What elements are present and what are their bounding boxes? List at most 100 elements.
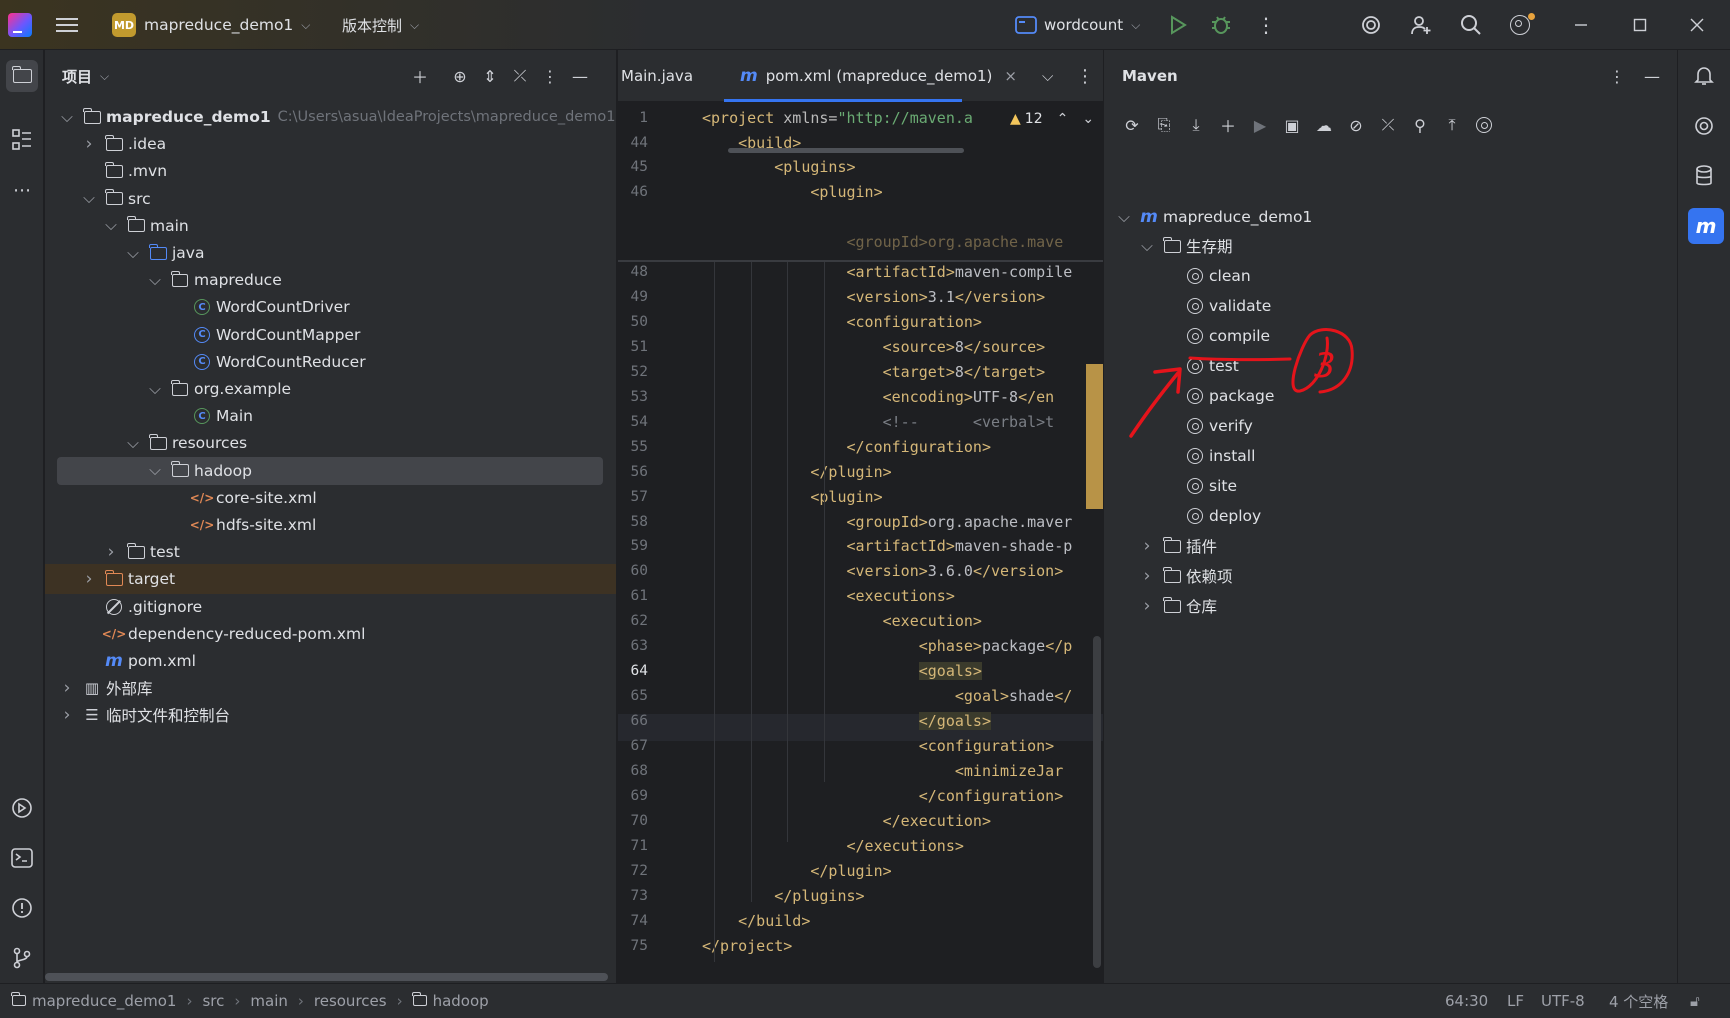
maven-goal-site[interactable]: site bbox=[1104, 471, 1677, 501]
chevron-right-icon[interactable]: › bbox=[1140, 566, 1154, 586]
code-line[interactable]: <goal>shade</ bbox=[702, 687, 1102, 705]
tree-item-[interactable]: › ▥ 外部库 bbox=[45, 673, 616, 703]
file-encoding[interactable]: UTF-8 bbox=[1541, 992, 1585, 1010]
prev-issue-icon[interactable]: ⌃ bbox=[1057, 111, 1069, 127]
chevron-down-icon[interactable]: ⌵ bbox=[60, 108, 74, 126]
maven-goal-verify[interactable]: verify bbox=[1104, 411, 1677, 441]
more-tools-icon[interactable]: ⋯ bbox=[6, 174, 38, 206]
maven-goal-clean[interactable]: clean bbox=[1104, 261, 1677, 291]
code-line[interactable]: </project> bbox=[702, 937, 1102, 955]
hide-panel-icon[interactable]: — bbox=[568, 64, 592, 88]
app-logo-icon[interactable] bbox=[8, 13, 32, 37]
code-line[interactable]: <execution> bbox=[702, 612, 1102, 630]
tree-item-mapreduce-demo1[interactable]: ⌵ mapreduce_demo1 C:\Users\asua\IdeaProjec… bbox=[45, 102, 616, 132]
line-separator[interactable]: LF bbox=[1507, 992, 1524, 1010]
reload-icon[interactable]: ⟳ bbox=[1116, 110, 1148, 140]
generate-sources-icon[interactable]: ⎘ bbox=[1148, 110, 1180, 140]
code-line[interactable]: </configuration> bbox=[702, 438, 1102, 456]
horizontal-scroll-indicator[interactable] bbox=[728, 148, 964, 153]
run-config-selector[interactable]: wordcount ⌵ bbox=[1015, 0, 1140, 50]
code-line[interactable]: <!-- <verbal>t bbox=[702, 413, 1102, 431]
code-line[interactable]: <source>8</source> bbox=[702, 338, 1102, 356]
tree-item-gitignore[interactable]: .gitignore bbox=[45, 592, 616, 622]
maven-goal-install[interactable]: install bbox=[1104, 441, 1677, 471]
project-switcher[interactable]: MD mapreduce_demo1 ⌵ bbox=[112, 0, 310, 50]
tab-main-java[interactable]: Main.java bbox=[621, 50, 693, 102]
offline-mode-icon[interactable]: ☁ bbox=[1308, 110, 1340, 140]
maven-goal-validate[interactable]: validate bbox=[1104, 291, 1677, 321]
chevron-right-icon[interactable]: › bbox=[82, 134, 96, 154]
tree-item-target[interactable]: › target bbox=[45, 564, 616, 595]
maven-tool-button[interactable]: m bbox=[1688, 208, 1724, 244]
more-actions-icon[interactable]: ⋮ bbox=[1256, 0, 1276, 50]
tree-item-hadoop[interactable]: ⌵ hadoop bbox=[45, 456, 616, 486]
code-line[interactable]: <plugin> bbox=[702, 183, 1102, 201]
tab-options-icon[interactable]: ⋮ bbox=[1076, 50, 1094, 102]
run-maven-build-icon[interactable]: ▶ bbox=[1244, 110, 1276, 140]
project-panel-title[interactable]: 项目 bbox=[62, 66, 92, 87]
chevron-right-icon[interactable]: › bbox=[1140, 596, 1154, 616]
tree-item-main[interactable]: C Main bbox=[45, 401, 616, 431]
hide-panel-icon[interactable]: — bbox=[1640, 64, 1664, 88]
collapse-all-icon[interactable]: ⤫ bbox=[1372, 110, 1404, 140]
maven-project-root[interactable]: ⌵ m mapreduce_demo1 bbox=[1104, 202, 1677, 232]
download-icon[interactable]: ⤓ bbox=[1180, 110, 1212, 140]
tree-item-pom-xml[interactable]: m pom.xml bbox=[45, 646, 616, 676]
maven-goal-deploy[interactable]: deploy bbox=[1104, 501, 1677, 531]
breadcrumb-item[interactable]: main bbox=[250, 992, 287, 1010]
breadcrumb-item[interactable]: resources bbox=[314, 992, 387, 1010]
breadcrumb-item[interactable]: hadoop bbox=[411, 992, 489, 1010]
code-line[interactable]: </goals> bbox=[702, 712, 1102, 731]
maven-settings-icon[interactable] bbox=[1468, 110, 1500, 140]
chevron-right-icon[interactable]: › bbox=[60, 705, 74, 725]
collapse-all-icon[interactable]: ⤫ bbox=[508, 64, 532, 88]
maven-dependencies-group[interactable]: › 依赖项 bbox=[1104, 561, 1677, 591]
chevron-right-icon[interactable]: › bbox=[82, 569, 96, 589]
code-line[interactable]: <phase>package</p bbox=[702, 637, 1102, 655]
locate-icon[interactable]: ⊕ bbox=[448, 64, 472, 88]
chevron-down-icon[interactable]: ⌵ bbox=[1117, 208, 1131, 226]
skip-tests-icon[interactable]: ⊘ bbox=[1340, 110, 1372, 140]
problems-tool-button[interactable] bbox=[6, 892, 38, 924]
code-line[interactable]: <minimizeJar bbox=[702, 762, 1102, 780]
maximize-button[interactable] bbox=[1633, 0, 1647, 50]
tree-item-org-example[interactable]: ⌵ org.example bbox=[45, 374, 616, 404]
code-line[interactable]: <groupId>org.apache.maver bbox=[702, 513, 1102, 531]
minimize-button[interactable] bbox=[1574, 0, 1588, 50]
tabs-dropdown-icon[interactable]: ⌵ bbox=[1042, 50, 1053, 102]
chevron-down-icon[interactable]: ⌵ bbox=[148, 380, 162, 398]
chevron-right-icon[interactable]: › bbox=[1140, 536, 1154, 556]
show-dependencies-icon[interactable]: ⚲ bbox=[1404, 110, 1436, 140]
structure-tool-button[interactable] bbox=[6, 124, 38, 156]
debug-button[interactable] bbox=[1210, 0, 1232, 50]
terminal-tool-button[interactable] bbox=[6, 842, 38, 874]
chevron-down-icon[interactable]: ⌵ bbox=[1140, 237, 1154, 255]
code-line[interactable]: </plugins> bbox=[702, 887, 1102, 905]
chevron-down-icon[interactable]: ⌵ bbox=[126, 434, 140, 452]
project-tool-button[interactable] bbox=[6, 60, 38, 92]
tree-item-dependency-reduced-pom-xml[interactable]: </> dependency-reduced-pom.xml bbox=[45, 619, 616, 649]
maven-goal-test[interactable]: test bbox=[1104, 351, 1677, 381]
notifications-button[interactable] bbox=[1688, 60, 1720, 92]
maven-goal-compile[interactable]: compile bbox=[1104, 321, 1677, 351]
code-line[interactable]: </build> bbox=[702, 912, 1102, 930]
chevron-down-icon[interactable]: ⌵ bbox=[82, 189, 96, 207]
chevron-down-icon[interactable]: ⌵ bbox=[104, 216, 118, 234]
code-line[interactable]: </plugin> bbox=[702, 463, 1102, 481]
chevron-down-icon[interactable]: ⌵ bbox=[100, 69, 109, 84]
options-icon[interactable]: ⋮ bbox=[1605, 64, 1629, 88]
tree-item-wordcountmapper[interactable]: C WordCountMapper bbox=[45, 320, 616, 350]
close-tab-icon[interactable]: × bbox=[1004, 67, 1017, 85]
add-maven-project-icon[interactable]: ＋ bbox=[1212, 110, 1244, 140]
code-line[interactable]: <artifactId>maven-compile bbox=[702, 263, 1102, 281]
inspection-widget[interactable]: ▲ 12 ⌃ ⌄ bbox=[1006, 108, 1099, 130]
chevron-down-icon[interactable]: ⌵ bbox=[148, 461, 162, 479]
tree-item-src[interactable]: ⌵ src bbox=[45, 184, 616, 214]
code-line[interactable]: </executions> bbox=[702, 837, 1102, 855]
code-line[interactable]: <configuration> bbox=[702, 313, 1102, 331]
code-line[interactable]: <version>3.6.0</version> bbox=[702, 562, 1102, 580]
tree-item-hdfs-site-xml[interactable]: </> hdfs-site.xml bbox=[45, 510, 616, 540]
chevron-down-icon[interactable]: ⌵ bbox=[126, 244, 140, 262]
main-menu-button[interactable] bbox=[56, 0, 78, 50]
code-line[interactable]: <target>8</target> bbox=[702, 363, 1102, 381]
